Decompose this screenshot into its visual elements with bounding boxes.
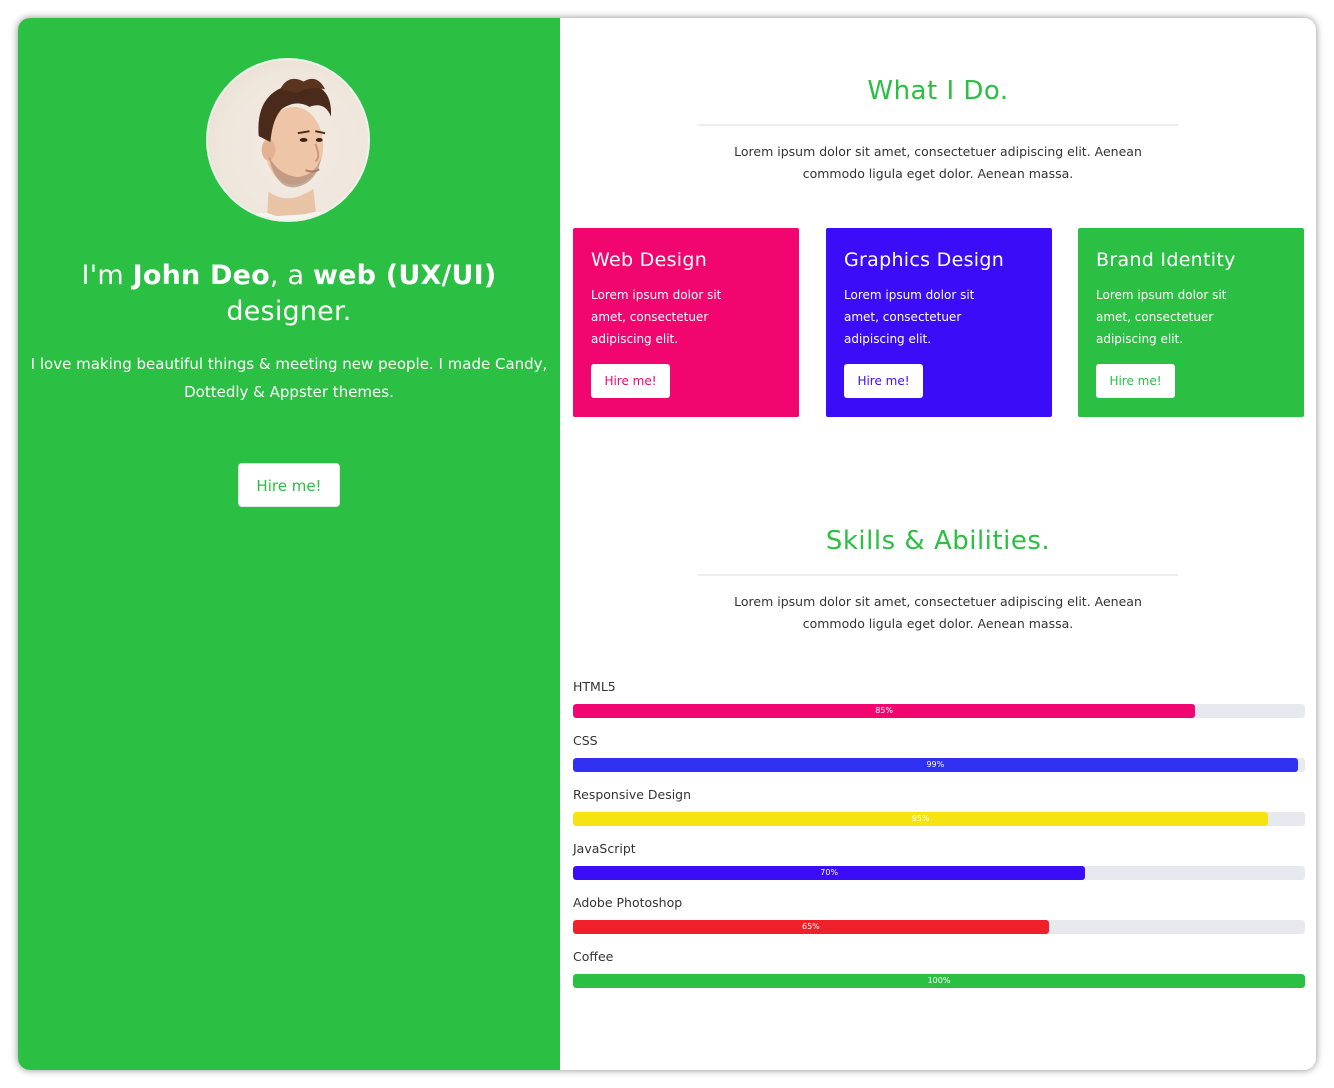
skill-progress-fill: 70% [573,866,1086,880]
headline-suffix: designer. [226,296,352,327]
service-card-web-design: Web Design Lorem ipsum dolor sit amet, c… [573,228,799,417]
service-card-hire-button[interactable]: Hire me! [844,364,923,398]
service-card-brand-identity: Brand Identity Lorem ipsum dolor sit ame… [1078,228,1304,417]
skill-progress-track: 65% [573,920,1305,934]
skill-progress-track: 99% [573,758,1305,772]
service-card-title: Web Design [591,249,708,271]
service-card-text: Lorem ipsum dolor sit amet, consectetuer… [591,288,722,346]
avatar-photo [244,78,340,220]
skill-item-html5: HTML5 85% [573,678,1305,718]
skill-progress-track: 70% [573,866,1305,880]
skill-label: CSS [573,733,598,748]
skill-progress-fill: 65% [573,920,1049,934]
skills-divider [698,574,1178,576]
profile-name: John Deo [132,260,270,291]
skill-progress-track: 85% [573,704,1305,718]
profile-headline: I'm John Deo, a web (UX/UI) designer. [58,258,520,330]
service-card-text: Lorem ipsum dolor sit amet, consectetuer… [1096,288,1227,346]
skills-title: Skills & Abilities. [825,526,1051,556]
profile-panel: I'm John Deo, a web (UX/UI) designer. I … [18,18,560,1070]
service-card-text: Lorem ipsum dolor sit amet, consectetuer… [844,288,975,346]
service-card-hire-button[interactable]: Hire me! [591,364,670,398]
skill-item-adobe-photoshop: Adobe Photoshop 65% [573,894,1305,934]
skill-item-javascript: JavaScript 70% [573,840,1305,880]
page-frame: I'm John Deo, a web (UX/UI) designer. I … [18,18,1316,1070]
hire-me-button[interactable]: Hire me! [238,463,340,507]
service-card-title: Graphics Design [844,249,1005,271]
skill-item-css: CSS 99% [573,732,1305,772]
avatar [206,58,370,222]
what-i-do-divider [698,124,1178,126]
what-i-do-title: What I Do. [867,76,1009,106]
skills-lead: Lorem ipsum dolor sit amet, consectetuer… [734,594,1142,631]
service-card-hire-button[interactable]: Hire me! [1096,364,1175,398]
profile-role: web (UX/UI) [313,260,497,291]
service-card-title: Brand Identity [1096,249,1236,271]
skill-progress-fill: 95% [573,812,1269,826]
skill-progress-fill: 99% [573,758,1298,772]
skill-item-responsive-design: Responsive Design 95% [573,786,1305,826]
skill-label: HTML5 [573,679,616,694]
profile-intro: I love making beautiful things & meeting… [30,355,548,401]
skill-label: Responsive Design [573,787,692,802]
what-i-do-lead: Lorem ipsum dolor sit amet, consectetuer… [734,144,1142,181]
skill-progress-fill: 85% [573,704,1196,718]
skill-label: JavaScript [573,841,636,856]
headline-prefix: I'm [81,260,133,291]
skill-item-coffee: Coffee 100% [573,948,1305,988]
skill-progress-track: 100% [573,974,1305,988]
service-card-graphics-design: Graphics Design Lorem ipsum dolor sit am… [826,228,1052,417]
content-panel: What I Do. Lorem ipsum dolor sit amet, c… [560,18,1316,1070]
skill-progress-fill: 100% [573,974,1305,988]
skill-label: Coffee [573,949,614,964]
skill-progress-track: 95% [573,812,1305,826]
headline-connector: , a [269,260,314,291]
skill-label: Adobe Photoshop [573,895,683,910]
